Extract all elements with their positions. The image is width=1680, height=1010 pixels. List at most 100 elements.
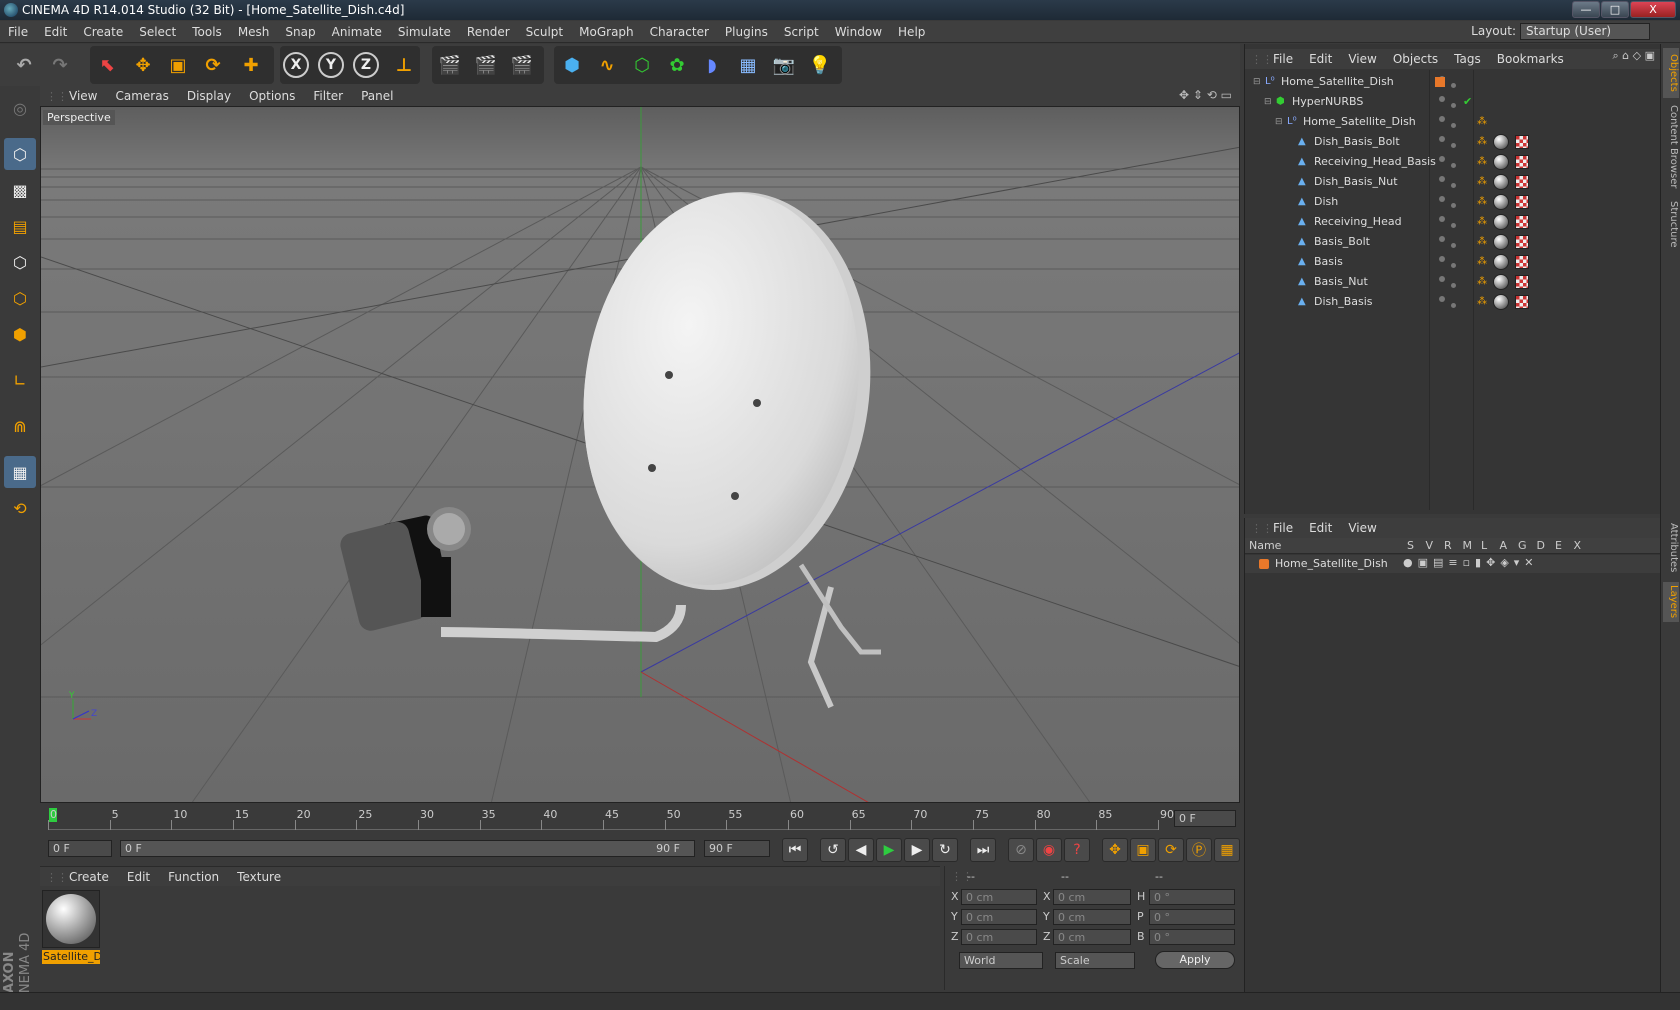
- phong-tag-icon[interactable]: ⁂: [1477, 152, 1487, 172]
- phong-tag-icon[interactable]: ⁂: [1477, 292, 1487, 312]
- editor-visibility-dot[interactable]: [1439, 196, 1445, 202]
- menu-file[interactable]: File: [0, 21, 36, 43]
- apply-button[interactable]: Apply: [1155, 951, 1235, 969]
- previous-frame-icon[interactable]: ◀: [848, 838, 874, 862]
- tweak-mode-icon[interactable]: ⋒: [4, 410, 36, 442]
- material-menu-edit[interactable]: Edit: [118, 867, 159, 887]
- viewport-menu-view[interactable]: View: [60, 86, 106, 106]
- redo-icon[interactable]: ↷: [44, 49, 76, 81]
- phong-tag-icon[interactable]: ⁂: [1477, 132, 1487, 152]
- object-name[interactable]: Basis_Nut: [1314, 272, 1368, 292]
- render-view-icon[interactable]: 🎬: [434, 49, 466, 81]
- viewport-nav-icons[interactable]: ✥ ⇕ ⟲ ▭: [1179, 88, 1232, 102]
- material-menu-texture[interactable]: Texture: [228, 867, 290, 887]
- texture-tag-icon[interactable]: [1515, 195, 1529, 209]
- render-visibility-dot[interactable]: [1451, 203, 1456, 208]
- material-thumbnail[interactable]: [42, 890, 100, 948]
- layer-menu-file[interactable]: File: [1265, 518, 1301, 538]
- tree-expander-icon[interactable]: ⊟: [1253, 72, 1261, 92]
- material-name-label[interactable]: Satellite_Di: [42, 950, 100, 964]
- object-menu-objects[interactable]: Objects: [1385, 49, 1446, 69]
- object-name[interactable]: Basis_Bolt: [1314, 232, 1370, 252]
- cube-primitive-icon[interactable]: ⬢: [556, 49, 588, 81]
- material-tag-icon[interactable]: [1493, 214, 1509, 230]
- texture-tag-icon[interactable]: [1515, 135, 1529, 149]
- editor-visibility-dot[interactable]: [1439, 176, 1445, 182]
- tab-layers[interactable]: Layers: [1663, 582, 1679, 622]
- material-tag-icon[interactable]: [1493, 194, 1509, 210]
- material-tag-icon[interactable]: [1493, 134, 1509, 150]
- menu-select[interactable]: Select: [131, 21, 184, 43]
- points-mode-icon[interactable]: ⬡: [4, 246, 36, 278]
- viewport-menu-filter[interactable]: Filter: [304, 86, 352, 106]
- menu-help[interactable]: Help: [890, 21, 933, 43]
- coord-position-field[interactable]: 0 cm: [961, 889, 1037, 905]
- object-menu-edit[interactable]: Edit: [1301, 49, 1340, 69]
- render-visibility-dot[interactable]: [1451, 243, 1456, 248]
- coord-rotation-field[interactable]: 0 °: [1149, 909, 1235, 925]
- object-row[interactable]: ▲ Dish ⁂: [1245, 192, 1661, 212]
- key-parameter-icon[interactable]: Ⓟ: [1186, 838, 1212, 862]
- end-frame-field[interactable]: 90 F: [704, 840, 770, 857]
- editor-visibility-dot[interactable]: [1439, 296, 1445, 302]
- coord-scale-field[interactable]: 0 cm: [1053, 909, 1131, 925]
- object-row[interactable]: ⊟ L⁰ Home_Satellite_Dish ⁂: [1245, 112, 1661, 132]
- menu-create[interactable]: Create: [75, 21, 131, 43]
- perspective-viewport[interactable]: Perspective Y Z: [40, 106, 1240, 803]
- floor-scene-icon[interactable]: ▦: [732, 49, 764, 81]
- object-row[interactable]: ▲ Basis ⁂: [1245, 252, 1661, 272]
- next-frame-icon[interactable]: ▶: [904, 838, 930, 862]
- snap-icon[interactable]: ▦: [4, 456, 36, 488]
- menu-mograph[interactable]: MoGraph: [571, 21, 642, 43]
- undo-icon[interactable]: ↶: [8, 49, 40, 81]
- timeline-ruler[interactable]: 0 5 10 15 20 25 30 35 40 45 50 55 60 65 70 75 80 85 90 0 F: [40, 804, 1240, 834]
- texture-tag-icon[interactable]: [1515, 215, 1529, 229]
- layer-color-tag[interactable]: [1435, 77, 1445, 87]
- previous-key-icon[interactable]: ↺: [820, 838, 846, 862]
- menu-tools[interactable]: Tools: [184, 21, 230, 43]
- object-name[interactable]: Dish_Basis: [1314, 292, 1373, 312]
- object-row[interactable]: ▲ Basis_Nut ⁂: [1245, 272, 1661, 292]
- object-name[interactable]: Receiving_Head: [1314, 212, 1402, 232]
- keyframe-selection-icon[interactable]: ?: [1064, 838, 1090, 862]
- y-axis-lock-icon[interactable]: Y: [318, 52, 344, 78]
- array-icon[interactable]: ✿: [661, 49, 693, 81]
- x-axis-lock-icon[interactable]: X: [283, 52, 309, 78]
- object-name[interactable]: Home_Satellite_Dish: [1303, 112, 1416, 132]
- material-tag-icon[interactable]: [1493, 154, 1509, 170]
- material-tag-icon[interactable]: [1493, 274, 1509, 290]
- material-tag-icon[interactable]: [1493, 234, 1509, 250]
- minimize-button[interactable]: —: [1572, 1, 1600, 18]
- enabled-check-icon[interactable]: ✔: [1463, 92, 1472, 112]
- key-position-icon[interactable]: ✥: [1102, 838, 1128, 862]
- menu-character[interactable]: Character: [642, 21, 717, 43]
- camera-icon[interactable]: 📷: [768, 49, 800, 81]
- object-row[interactable]: ▲ Receiving_Head_Basis ⁂: [1245, 152, 1661, 172]
- layer-name[interactable]: Home_Satellite_Dish: [1275, 557, 1388, 570]
- menu-snap[interactable]: Snap: [277, 21, 323, 43]
- viewport-menu-cameras[interactable]: Cameras: [106, 86, 177, 106]
- tree-expander-icon[interactable]: ⊟: [1264, 92, 1272, 112]
- deformer-icon[interactable]: ◗: [696, 49, 728, 81]
- start-frame-field[interactable]: 0 F: [48, 840, 112, 857]
- make-editable-icon[interactable]: ◎: [4, 92, 36, 124]
- render-visibility-dot[interactable]: [1451, 103, 1456, 108]
- object-menu-view[interactable]: View: [1340, 49, 1384, 69]
- maximize-button[interactable]: □: [1601, 1, 1629, 18]
- coord-position-field[interactable]: 0 cm: [961, 909, 1037, 925]
- viewport-menu-options[interactable]: Options: [240, 86, 304, 106]
- coord-scale-field[interactable]: 0 cm: [1053, 889, 1131, 905]
- object-name[interactable]: Dish_Basis_Bolt: [1314, 132, 1400, 152]
- object-name[interactable]: Home_Satellite_Dish: [1281, 72, 1394, 92]
- texture-tag-icon[interactable]: [1515, 295, 1529, 309]
- go-to-end-icon[interactable]: ⏭: [970, 838, 996, 862]
- preview-range-slider[interactable]: 0 F 90 F: [120, 840, 695, 857]
- material-tag-icon[interactable]: [1493, 254, 1509, 270]
- object-row[interactable]: ⊟ ⬢ HyperNURBS ✔: [1245, 92, 1661, 112]
- key-rotation-icon[interactable]: ⟳: [1158, 838, 1184, 862]
- render-visibility-dot[interactable]: [1451, 263, 1456, 268]
- object-menu-tags[interactable]: Tags: [1446, 49, 1489, 69]
- material-menu-function[interactable]: Function: [159, 867, 228, 887]
- current-frame-field[interactable]: 0 F: [1174, 810, 1236, 827]
- menu-mesh[interactable]: Mesh: [230, 21, 278, 43]
